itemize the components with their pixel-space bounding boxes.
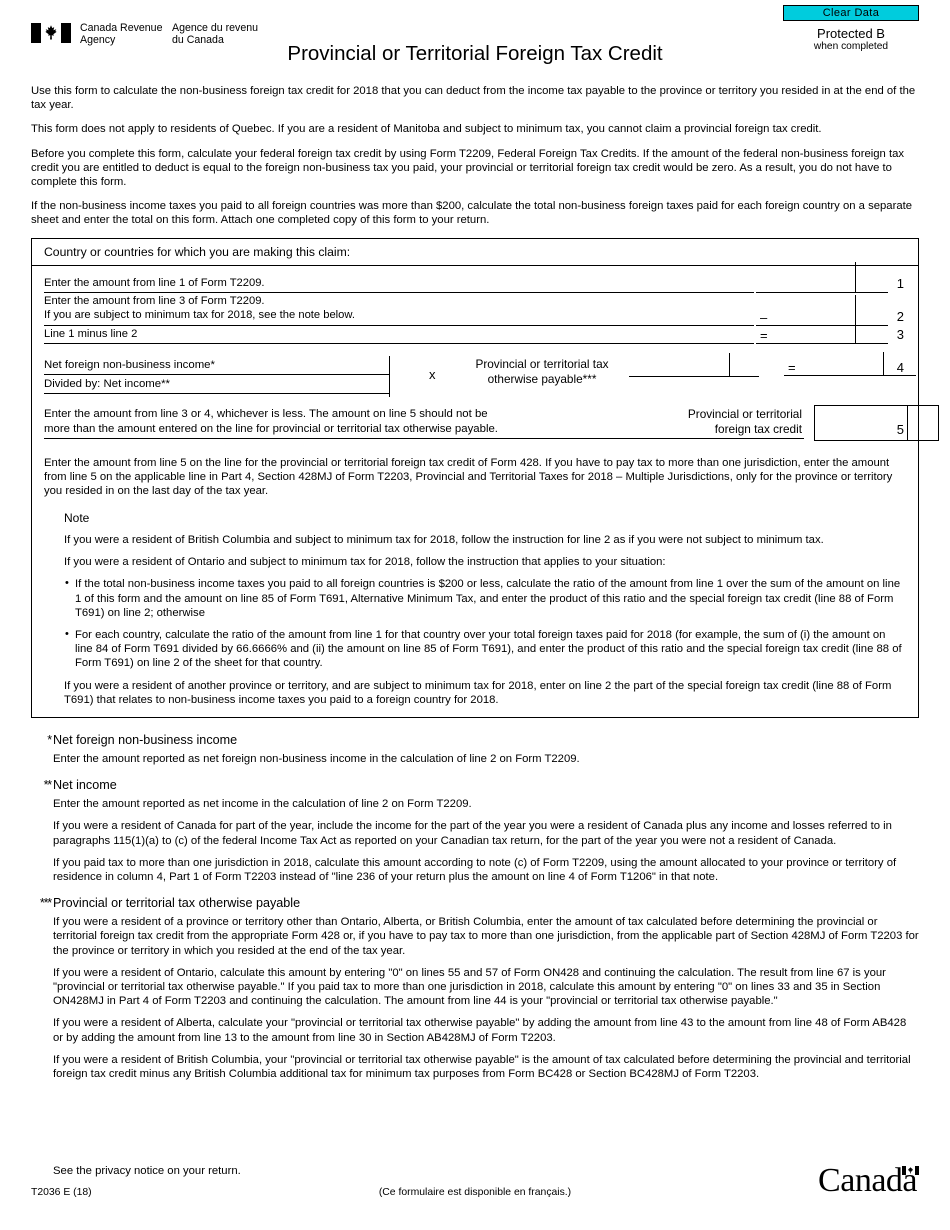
line-5-credit-label: Provincial or territorial foreign tax cr…: [644, 406, 804, 440]
footnote-3-paragraph-4: If you were a resident of British Columb…: [53, 1053, 911, 1080]
footnote-3-paragraph-2: If you were a resident of Ontario, calcu…: [53, 966, 886, 1008]
line-4-row: Net foreign non-business income* Divided…: [44, 351, 916, 397]
note-bullet-list: If the total non-business income taxes y…: [64, 576, 902, 671]
line-4-denominator-label: Divided by: Net income: [44, 377, 162, 390]
line-5-number: 5: [896, 421, 904, 437]
credit-label-line2: foreign tax credit: [714, 421, 802, 436]
footnote-item: ** Net income Enter the amount reported …: [31, 777, 919, 884]
line-2-label-a: Enter the amount from line 3 of Form T22…: [44, 294, 265, 307]
line-4-denominator: Divided by: Net income**: [44, 376, 389, 394]
footnote-1-mark: *: [47, 732, 52, 747]
line-2-row: Enter the amount from line 3 of Form T22…: [44, 294, 908, 326]
multiply-symbol: x: [429, 366, 436, 382]
note-link[interactable]: note: [298, 309, 320, 321]
line-2-operator: –: [760, 309, 768, 325]
intro-paragraph-4: If the non-business income taxes you pai…: [31, 200, 913, 227]
line-3-operator: =: [760, 327, 768, 343]
page-header: Clear Data Protected B when completed Ca…: [31, 0, 919, 68]
numerator-footnote-mark: *: [210, 358, 215, 371]
line-4-numerator: Net foreign non-business income*: [44, 357, 389, 375]
line-1-number: 1: [896, 275, 904, 291]
footnote-3-paragraph-3: If you were a resident of Alberta, calcu…: [53, 1017, 907, 1044]
footnote-3-paragraph-1: If you were a resident of a province or …: [53, 916, 919, 957]
footnote-2-paragraph-3: If you paid tax to more than one jurisdi…: [53, 856, 897, 883]
multiplier-footnote-mark: ***: [582, 371, 597, 386]
cra-name-fr-line1: Agence du revenu: [172, 22, 258, 34]
canada-flag-icon: [31, 23, 71, 43]
footnote-3-title: Provincial or territorial tax otherwise …: [53, 896, 301, 911]
line-2-label: Enter the amount from line 3 of Form T22…: [44, 294, 754, 326]
footnote-2-heading: ** Net income: [31, 777, 919, 793]
line-1-row: Enter the amount from line 1 of Form T22…: [44, 261, 908, 293]
footnote-item: * Net foreign non-business income Enter …: [31, 732, 919, 766]
intro-paragraph-3: Before you complete this form, calculate…: [31, 147, 905, 189]
footnote-2-paragraph-2: If you were a resident of Canada for par…: [53, 820, 892, 847]
canada-wordmark: Canada: [818, 1164, 919, 1198]
footnote-3-body: If you were a resident of a province or …: [31, 915, 919, 1081]
line-4-number: 4: [896, 359, 904, 375]
footnote-2-mark: **: [43, 778, 53, 793]
protected-b-label: Protected B: [817, 26, 885, 41]
line-4-multiplier-label: Provincial or territorial tax otherwise …: [447, 357, 637, 387]
note-paragraph-3: If you were a resident of another provin…: [64, 679, 892, 706]
line-3-row: Line 1 minus line 2 = 3: [44, 319, 908, 344]
intro-paragraph-1: Use this form to calculate the non-busin…: [31, 85, 916, 112]
footnote-1-heading: * Net foreign non-business income: [31, 732, 919, 748]
line-3-label: Line 1 minus line 2: [44, 327, 754, 344]
line-5-desc-line1: Enter the amount from line 3 or 4, which…: [44, 407, 488, 420]
footnote-1-paragraph-1: Enter the amount reported as net foreign…: [53, 752, 580, 765]
footnote-2-title: Net income: [53, 778, 117, 793]
line-5-instruction: Enter the amount from line 5 on the line…: [44, 456, 893, 498]
line-1-amount-field[interactable]: [756, 261, 888, 293]
privacy-notice: See the privacy notice on your return.: [53, 1165, 241, 1177]
line-2-text-post: below.: [320, 309, 355, 322]
footnote-2-paragraph-1: Enter the amount reported as net income …: [53, 798, 472, 811]
footnote-1-body: Enter the amount reported as net foreign…: [31, 752, 919, 766]
footnote-item: *** Provincial or territorial tax otherw…: [31, 895, 919, 1081]
note-bullet-1: If the total non-business income taxes y…: [64, 576, 902, 620]
line-4-multiplier-field[interactable]: [629, 352, 759, 377]
credit-label-line1: Provincial or territorial: [687, 406, 802, 421]
line-2-amount-field[interactable]: –: [756, 294, 888, 326]
line-4-numerator-label: Net foreign non-business income: [44, 358, 211, 371]
form-page: Clear Data Protected B when completed Ca…: [0, 0, 950, 1230]
denominator-footnote-mark: **: [161, 377, 170, 390]
footnote-1-title: Net foreign non-business income: [53, 732, 238, 747]
line-1-label: Enter the amount from line 1 of Form T22…: [44, 276, 754, 293]
cra-name-en-line1: Canada Revenue: [80, 22, 163, 34]
line-5-desc-line2: more than the amount entered on the line…: [44, 422, 498, 435]
country-claim-row: Country or countries for which you are m…: [32, 239, 918, 266]
line-3-number: 3: [896, 326, 904, 342]
multiplier-label-line2: otherwise payable: [487, 371, 583, 386]
intro-text: Use this form to calculate the non-busin…: [31, 84, 919, 228]
line-5-amount-field[interactable]: [814, 404, 939, 441]
french-version-note: (Ce formulaire est disponible en françai…: [378, 1187, 572, 1198]
calculation-area: Enter the amount from line 1 of Form T22…: [32, 261, 939, 717]
footnotes-section: * Net foreign non-business income Enter …: [31, 732, 919, 1081]
line-5-row: Enter the amount from line 3 or 4, which…: [44, 404, 939, 447]
page-footer: See the privacy notice on your return. T…: [31, 1164, 919, 1220]
canada-flag-icon: [902, 1166, 919, 1175]
country-claim-label: Country or countries for which you are m…: [44, 244, 351, 259]
multiplier-label-line1: Provincial or territorial tax: [475, 356, 609, 371]
footnote-3-mark: ***: [39, 896, 52, 911]
page-title: Provincial or Territorial Foreign Tax Cr…: [287, 42, 663, 65]
line-4-operator: =: [788, 359, 796, 375]
line-2-number: 2: [896, 308, 904, 324]
calculation-box: Country or countries for which you are m…: [31, 237, 939, 718]
line-2-label-b: If you are subject to minimum tax for 20…: [44, 308, 754, 322]
clear-data-button[interactable]: Clear Data: [783, 5, 919, 21]
note-paragraph-2: If you were a resident of Ontario and su…: [64, 556, 666, 569]
note-bullet-2: For each country, calculate the ratio of…: [64, 627, 902, 671]
line-4-ratio-block: Net foreign non-business income* Divided…: [44, 357, 389, 394]
note-block: Note If you were a resident of British C…: [44, 511, 908, 707]
line-2-text-pre: If you are subject to minimum tax for 20…: [44, 309, 299, 322]
note-paragraph-1: If you were a resident of British Columb…: [64, 533, 824, 546]
line-5-description: Enter the amount from line 3 or 4, which…: [44, 407, 644, 440]
line-3-amount-field[interactable]: =: [756, 319, 888, 344]
note-title: Note: [64, 510, 90, 525]
footnote-3-heading: *** Provincial or territorial tax otherw…: [31, 895, 919, 911]
footnote-2-body: Enter the amount reported as net income …: [31, 797, 919, 884]
intro-paragraph-2: This form does not apply to residents of…: [31, 123, 822, 136]
